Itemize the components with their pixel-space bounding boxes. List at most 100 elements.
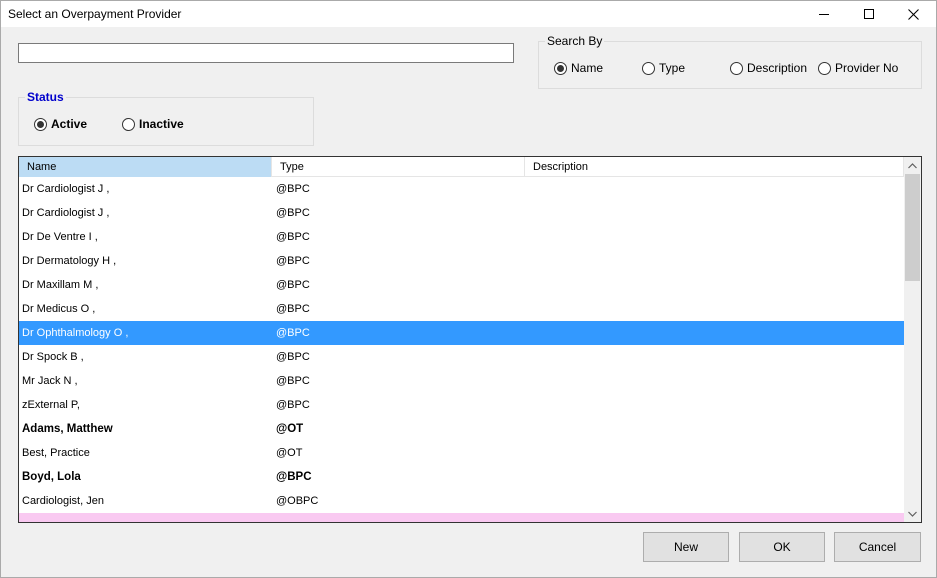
cell-description bbox=[529, 297, 899, 321]
window-title: Select an Overpayment Provider bbox=[8, 7, 182, 21]
table-row[interactable]: Dr Maxillam M , @BPC bbox=[19, 273, 904, 297]
search-by-provider-no-radio[interactable]: Provider No bbox=[818, 61, 898, 75]
cell-description bbox=[529, 465, 899, 489]
table-row[interactable]: Dr Ophthalmology O , @BPC bbox=[19, 321, 904, 345]
cell-name: Dr Ophthalmology O , bbox=[22, 327, 129, 339]
status-legend: Status bbox=[25, 90, 66, 104]
radio-circle bbox=[554, 61, 567, 75]
cell-type: @BPC bbox=[276, 327, 310, 339]
cell-name: Dr Spock B , bbox=[22, 351, 84, 363]
column-header-name[interactable]: Name bbox=[19, 157, 272, 177]
title-bar: Select an Overpayment Provider bbox=[1, 1, 936, 27]
cell-description bbox=[529, 249, 899, 273]
cell-name: Dr Cardiologist J , bbox=[22, 207, 110, 219]
chevron-down-icon bbox=[908, 511, 917, 517]
ok-button[interactable]: OK bbox=[739, 532, 825, 562]
radio-label: Active bbox=[51, 117, 88, 131]
column-header-type[interactable]: Type bbox=[272, 157, 525, 177]
radio-label: Name bbox=[571, 61, 604, 75]
cancel-button[interactable]: Cancel bbox=[834, 532, 921, 562]
table-row[interactable] bbox=[19, 513, 904, 522]
cell-name: zExternal P, bbox=[22, 399, 80, 411]
cell-description bbox=[529, 369, 899, 393]
cell-description bbox=[529, 417, 899, 441]
cell-description bbox=[529, 393, 899, 417]
table-row[interactable]: zExternal P, @BPC bbox=[19, 393, 904, 417]
radio-label: Type bbox=[659, 61, 686, 75]
cell-type: @BPC bbox=[276, 255, 310, 267]
cell-name: Adams, Matthew bbox=[22, 423, 113, 435]
select-provider-dialog: Select an Overpayment Provider Search By… bbox=[0, 0, 937, 578]
maximize-button[interactable] bbox=[846, 1, 891, 27]
search-by-legend: Search By bbox=[545, 34, 605, 48]
cell-type: @BPC bbox=[276, 351, 310, 363]
cell-type: @OBPC bbox=[276, 495, 319, 507]
radio-checked-dot bbox=[37, 120, 44, 128]
status-active-radio[interactable]: Active bbox=[34, 117, 87, 131]
search-by-type-radio[interactable]: Type bbox=[642, 61, 685, 75]
table-row[interactable]: Dr Cardiologist J , @BPC bbox=[19, 201, 904, 225]
minimize-button[interactable] bbox=[801, 1, 846, 27]
cell-type: @BPC bbox=[276, 303, 310, 315]
cell-name: Dr Maxillam M , bbox=[22, 279, 99, 291]
scroll-up-button[interactable] bbox=[904, 157, 921, 174]
table-row[interactable]: Dr Dermatology H , @BPC bbox=[19, 249, 904, 273]
cell-name bbox=[22, 513, 270, 522]
radio-circle bbox=[818, 61, 831, 75]
table-row[interactable]: Dr Spock B , @BPC bbox=[19, 345, 904, 369]
cell-description bbox=[529, 513, 899, 522]
radio-checked-dot bbox=[557, 64, 564, 72]
new-button[interactable]: New bbox=[643, 532, 729, 562]
close-icon bbox=[908, 8, 919, 20]
radio-label: Provider No bbox=[835, 61, 899, 75]
cell-name: Dr De Ventre I , bbox=[22, 231, 98, 243]
cell-type: @BPC bbox=[276, 183, 310, 195]
search-by-description-radio[interactable]: Description bbox=[730, 61, 807, 75]
table-row[interactable]: Mr Jack N , @BPC bbox=[19, 369, 904, 393]
cell-type: @BPC bbox=[276, 375, 310, 387]
cell-type: @BPC bbox=[276, 207, 310, 219]
table-row[interactable]: Cardiologist, Jen @OBPC bbox=[19, 489, 904, 513]
cell-description bbox=[529, 225, 899, 249]
chevron-up-icon bbox=[908, 162, 917, 168]
close-button[interactable] bbox=[891, 1, 936, 27]
cell-description bbox=[529, 345, 899, 369]
cell-description bbox=[529, 321, 899, 345]
column-header-description[interactable]: Description bbox=[525, 157, 904, 177]
vertical-scrollbar[interactable] bbox=[904, 157, 921, 522]
cell-type: @BPC bbox=[276, 231, 310, 243]
cell-type: @OT bbox=[276, 447, 303, 459]
maximize-icon bbox=[863, 9, 874, 19]
cell-description bbox=[529, 489, 899, 513]
scroll-thumb[interactable] bbox=[905, 174, 920, 281]
scroll-down-button[interactable] bbox=[904, 505, 921, 522]
table-row[interactable]: Dr Medicus O , @BPC bbox=[19, 297, 904, 321]
cell-description bbox=[529, 273, 899, 297]
radio-label: Inactive bbox=[139, 117, 184, 131]
cell-name: Boyd, Lola bbox=[22, 471, 81, 483]
grid-body: Dr Cardiologist J , @BPC Dr Cardiologist J… bbox=[19, 177, 904, 522]
cell-type: @BPC bbox=[276, 471, 312, 483]
cell-name: Dr Dermatology H , bbox=[22, 255, 117, 267]
cell-type bbox=[276, 513, 524, 522]
grid-header: Name Type Description bbox=[19, 157, 904, 177]
table-row[interactable]: Boyd, Lola @BPC bbox=[19, 465, 904, 489]
search-by-name-radio[interactable]: Name bbox=[554, 61, 603, 75]
provider-grid: Name Type Description Dr Cardiologist J … bbox=[18, 156, 922, 523]
radio-circle bbox=[122, 117, 135, 131]
table-row[interactable]: Dr Cardiologist J , @BPC bbox=[19, 177, 904, 201]
radio-circle bbox=[34, 117, 47, 131]
table-row[interactable]: Adams, Matthew @OT bbox=[19, 417, 904, 441]
search-by-group: Search By Name Type Description Provider… bbox=[538, 34, 922, 89]
search-input[interactable] bbox=[18, 43, 514, 63]
cell-description bbox=[529, 201, 899, 225]
cell-type: @BPC bbox=[276, 279, 310, 291]
table-row[interactable]: Best, Practice @OT bbox=[19, 441, 904, 465]
cell-name: Cardiologist, Jen bbox=[22, 495, 104, 507]
table-row[interactable]: Dr De Ventre I , @BPC bbox=[19, 225, 904, 249]
cell-description bbox=[529, 177, 899, 201]
minimize-icon bbox=[818, 14, 829, 15]
status-inactive-radio[interactable]: Inactive bbox=[122, 117, 184, 131]
cell-name: Dr Cardiologist J , bbox=[22, 183, 110, 195]
cell-name: Best, Practice bbox=[22, 447, 90, 459]
